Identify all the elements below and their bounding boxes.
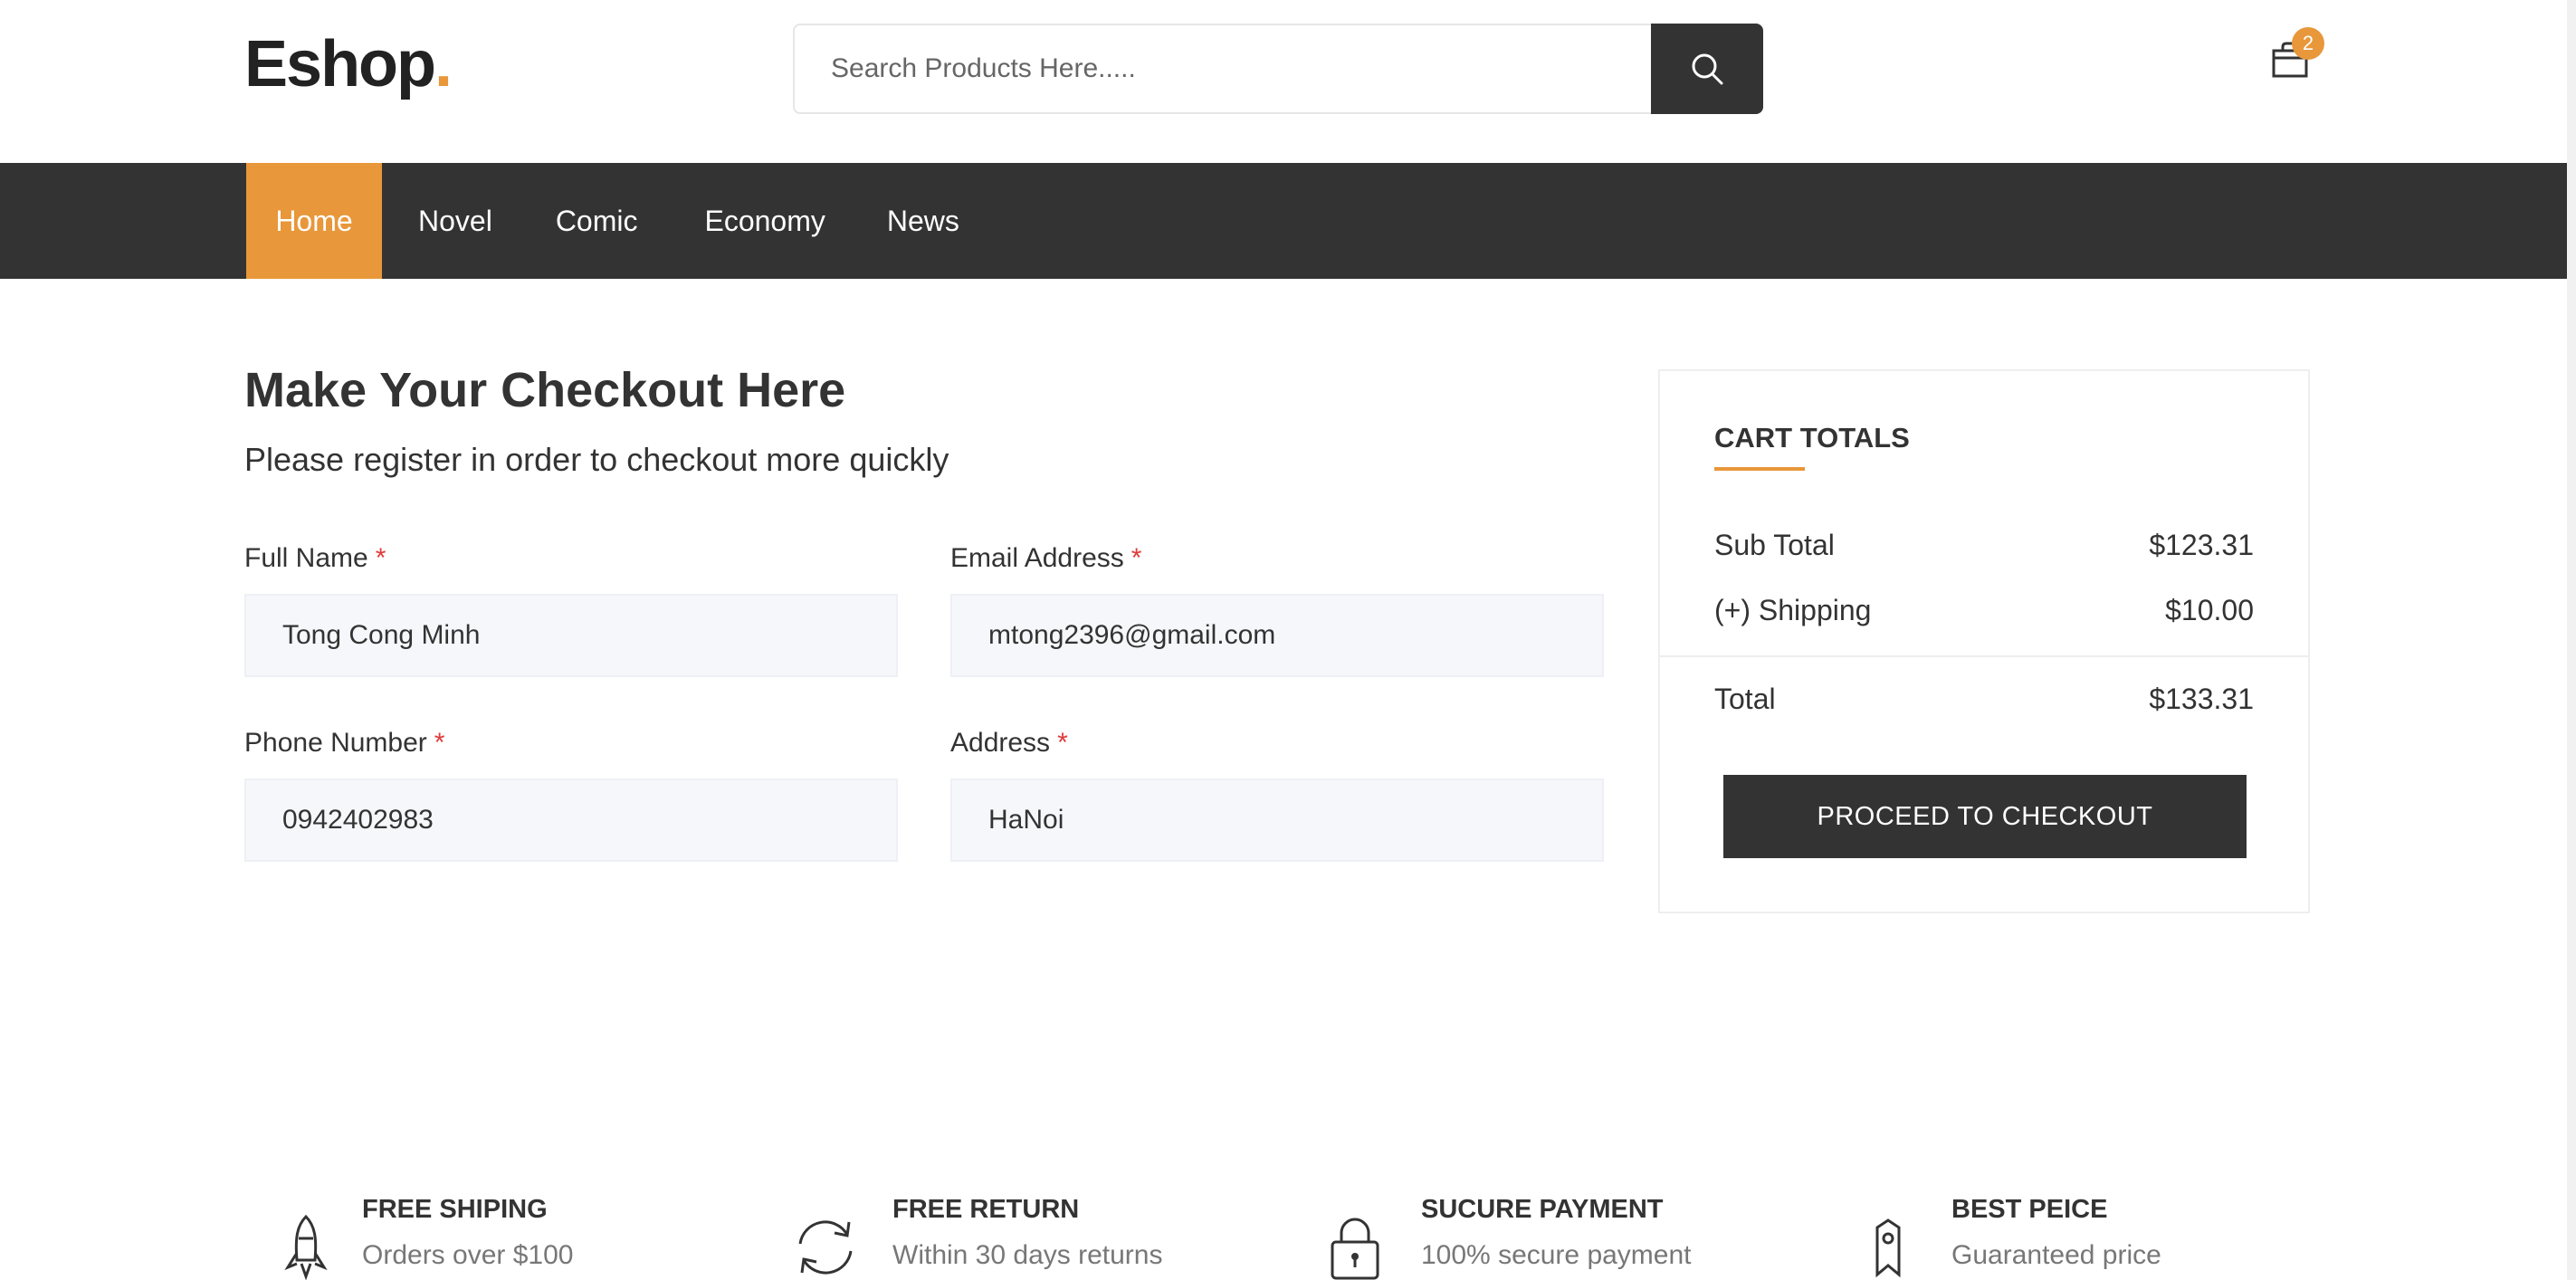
search-bar bbox=[793, 24, 1763, 114]
search-icon bbox=[1692, 53, 1723, 85]
nav-item-news[interactable]: News bbox=[856, 163, 959, 279]
feature-title: FREE SHIPING bbox=[362, 1195, 548, 1224]
sub-total-label: Sub Total bbox=[1714, 529, 1835, 561]
title-underline bbox=[1714, 467, 1805, 471]
cart-totals-title: CART TOTALS bbox=[1714, 422, 1910, 454]
phone-label-text: Phone Number bbox=[244, 728, 427, 758]
phone-field[interactable] bbox=[244, 779, 898, 862]
feature-subtitle: Guaranteed price bbox=[1951, 1240, 2161, 1270]
feature-free-return: FREE RETURN Within 30 days returns bbox=[789, 1193, 1260, 1280]
rocket-icon bbox=[284, 1214, 328, 1280]
sub-total-value: $123.31 bbox=[2149, 529, 2254, 561]
feature-subtitle: Within 30 days returns bbox=[892, 1240, 1163, 1270]
nav-item-home[interactable]: Home bbox=[246, 163, 382, 279]
feature-title: FREE RETURN bbox=[892, 1195, 1080, 1224]
full-name-field[interactable] bbox=[244, 594, 898, 677]
address-field[interactable] bbox=[950, 779, 1604, 862]
required-mark: * bbox=[1131, 543, 1142, 573]
proceed-to-checkout-button[interactable]: PROCEED TO CHECKOUT bbox=[1723, 775, 2247, 858]
totals-divider bbox=[1660, 655, 2308, 657]
nav-item-comic[interactable]: Comic bbox=[520, 163, 674, 279]
feature-subtitle: Orders over $100 bbox=[362, 1240, 574, 1270]
email-label: Email Address * bbox=[950, 543, 1141, 574]
total-label: Total bbox=[1714, 683, 1776, 715]
nav-item-novel[interactable]: Novel bbox=[391, 163, 520, 279]
email-label-text: Email Address bbox=[950, 543, 1124, 573]
feature-title: SUCURE PAYMENT bbox=[1421, 1195, 1664, 1224]
site-header: Eshop. 2 bbox=[0, 0, 2576, 163]
required-mark: * bbox=[375, 543, 386, 573]
feature-secure-payment: SUCURE PAYMENT 100% secure payment bbox=[1320, 1193, 1790, 1280]
logo-dot: . bbox=[434, 28, 453, 100]
feature-free-shipping: FREE SHIPING Orders over $100 bbox=[262, 1193, 715, 1280]
tag-icon bbox=[1875, 1218, 1901, 1278]
nav-item-economy[interactable]: Economy bbox=[673, 163, 855, 279]
feature-subtitle: 100% secure payment bbox=[1421, 1240, 1692, 1270]
total-value: $133.31 bbox=[2149, 683, 2254, 715]
email-field[interactable] bbox=[950, 594, 1604, 677]
logo[interactable]: Eshop. bbox=[244, 27, 453, 101]
shipping-value: $10.00 bbox=[2165, 594, 2254, 626]
address-label: Address * bbox=[950, 728, 1068, 759]
search-button[interactable] bbox=[1651, 24, 1763, 114]
full-name-label-text: Full Name bbox=[244, 543, 368, 573]
logo-text: Eshop bbox=[244, 28, 436, 100]
refresh-icon bbox=[798, 1220, 853, 1275]
page-subtitle: Please register in order to checkout mor… bbox=[244, 441, 949, 478]
nav-list: Home Novel Comic Economy News bbox=[246, 163, 959, 279]
phone-label: Phone Number * bbox=[244, 728, 444, 759]
full-name-label: Full Name * bbox=[244, 543, 386, 574]
page-title: Make Your Checkout Here bbox=[244, 363, 846, 417]
address-label-text: Address bbox=[950, 728, 1051, 758]
lock-icon bbox=[1331, 1218, 1379, 1280]
page-scrollbar[interactable] bbox=[2567, 0, 2576, 1280]
required-mark: * bbox=[1057, 728, 1068, 758]
feature-best-price: BEST PEICE Guaranteed price bbox=[1852, 1193, 2323, 1280]
search-input[interactable] bbox=[793, 24, 1651, 114]
cart-totals-panel: CART TOTALS Sub Total $123.31 (+) Shippi… bbox=[1658, 369, 2310, 913]
required-mark: * bbox=[434, 728, 445, 758]
shipping-label: (+) Shipping bbox=[1714, 594, 1872, 626]
main-nav: Home Novel Comic Economy News bbox=[0, 163, 2567, 279]
feature-title: BEST PEICE bbox=[1951, 1195, 2108, 1224]
cart-count-badge: 2 bbox=[2292, 27, 2324, 60]
